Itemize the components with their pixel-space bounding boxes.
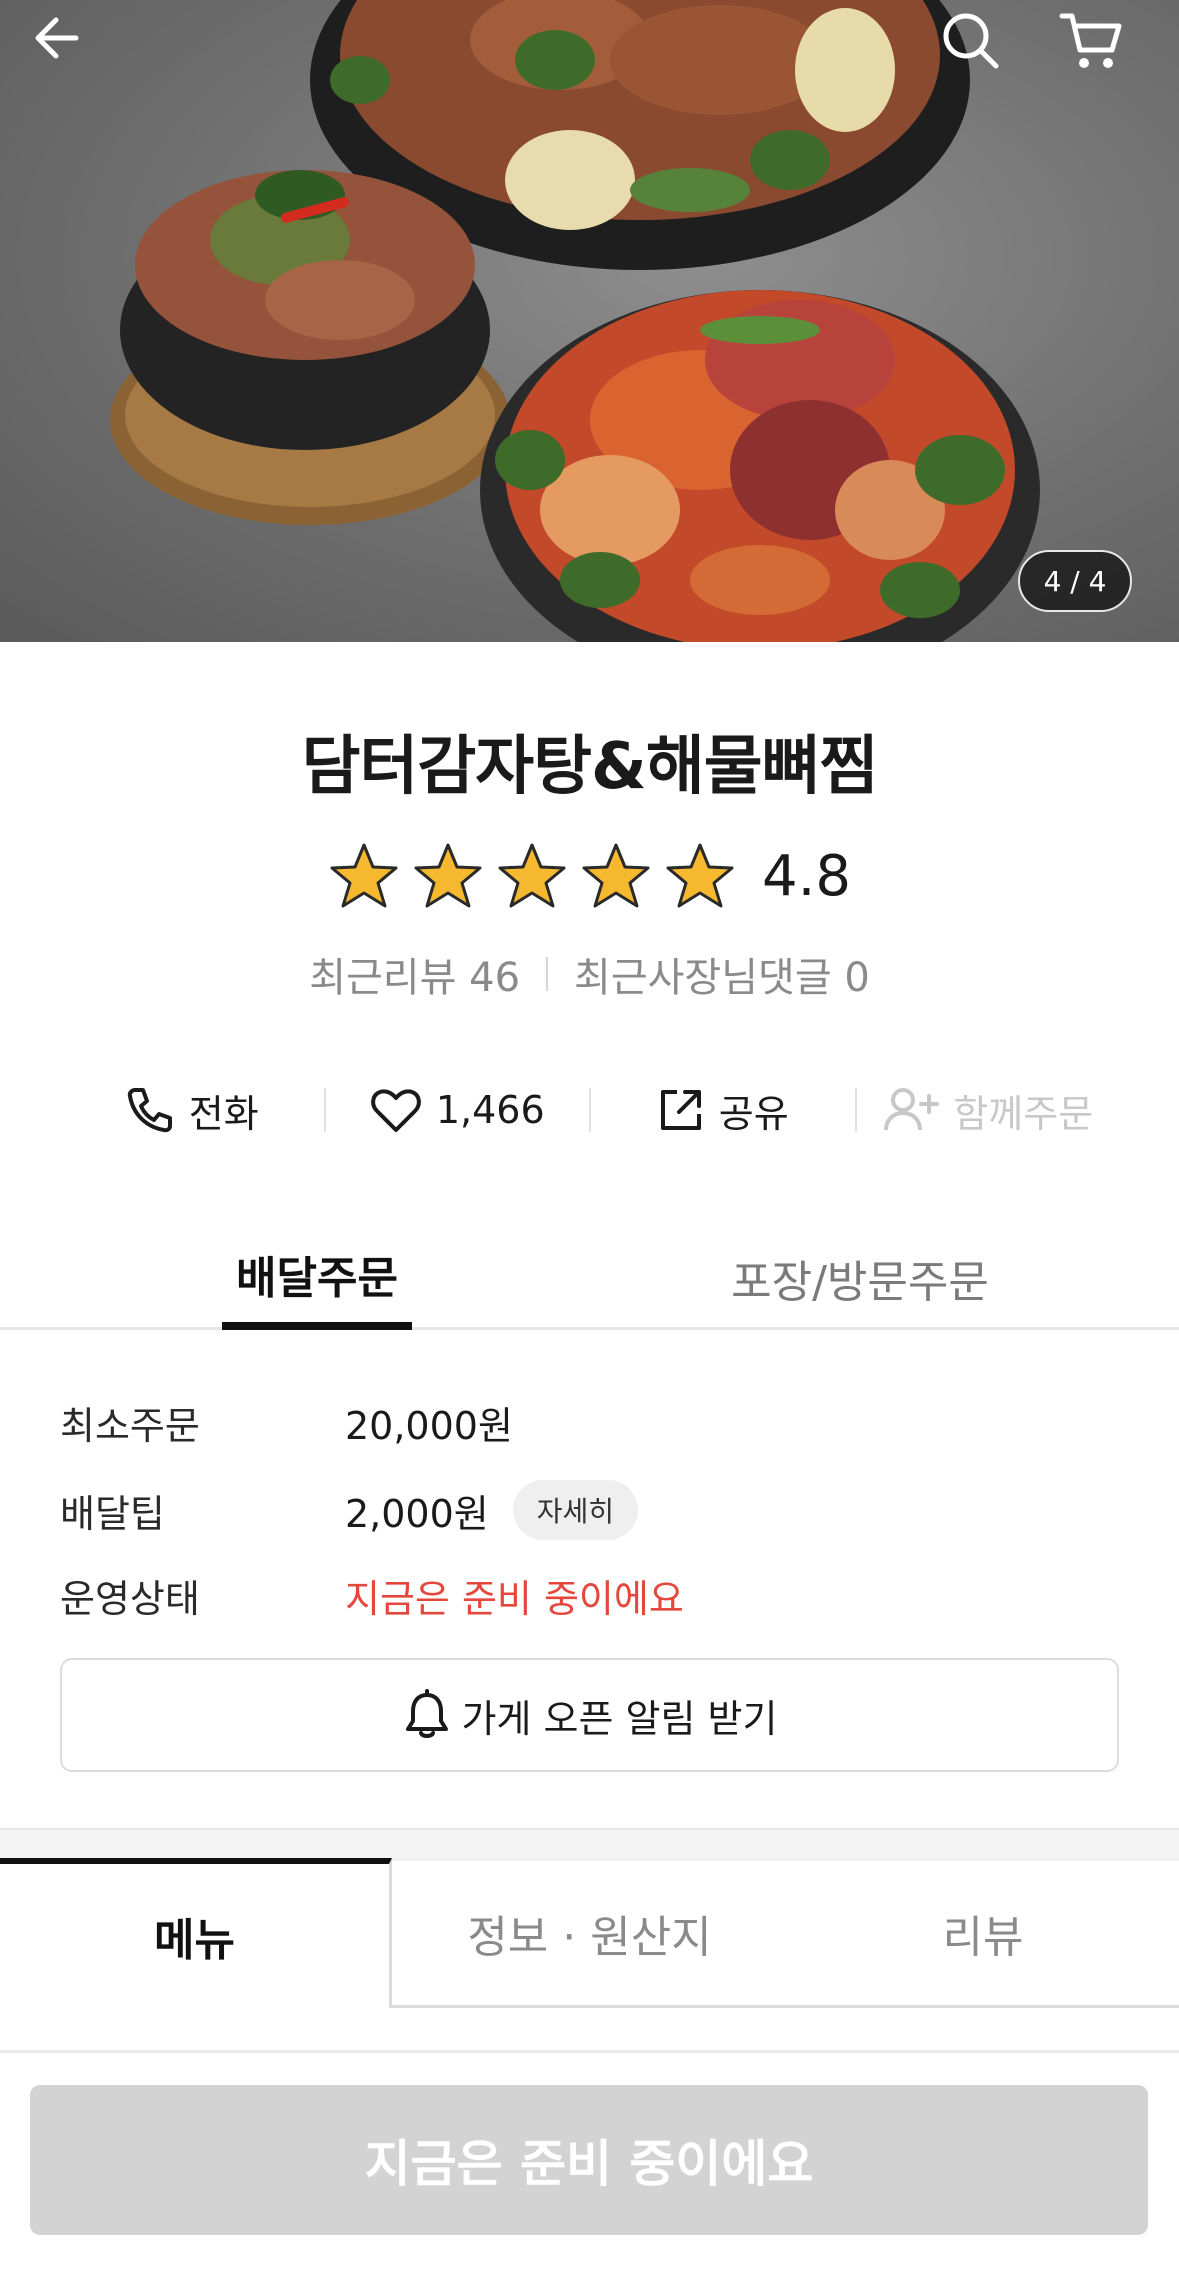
star-icon [330, 843, 398, 908]
store-name: 담터감자탕&해물뼈찜 [301, 730, 879, 804]
divider [0, 2050, 1179, 2053]
call-label: 전화 [188, 1091, 259, 1136]
tab-delivery[interactable]: 배달주문 [222, 1225, 412, 1330]
tab-review[interactable]: 리뷰 [787, 1858, 1179, 2008]
hero-image[interactable]: 4 / 4 [0, 0, 1179, 642]
tab-menu[interactable]: 메뉴 [0, 1858, 392, 2008]
recent-reviews-link[interactable]: 최근리뷰 46 [309, 945, 520, 1003]
search-button[interactable] [940, 10, 1030, 100]
like-count: 1,466 [435, 1088, 545, 1132]
rating-value: 4.8 [761, 843, 852, 909]
like-button[interactable]: 1,466 [326, 1086, 590, 1134]
delivery-tip-detail-button[interactable]: 자세히 [512, 1480, 639, 1540]
add-user-icon [884, 1088, 940, 1131]
delivery-tip-value: 2,000원 [345, 1491, 489, 1536]
rating-row: 4.8 [0, 840, 1179, 912]
heart-icon [371, 1089, 421, 1132]
back-arrow-icon [35, 17, 79, 59]
status-row: 운영상태 지금은 준비 중이에요 [60, 1565, 1120, 1625]
share-label: 공유 [718, 1091, 789, 1136]
store-actions: 전화 1,466 공유 함께주문 [60, 1075, 1120, 1145]
search-icon [943, 13, 999, 69]
min-order-value: 20,000원 [345, 1403, 513, 1448]
delivery-tip-label: 배달팁 [60, 1491, 165, 1536]
phone-icon [127, 1088, 172, 1133]
cart-icon [1059, 13, 1122, 68]
section-divider [0, 1828, 1179, 1862]
call-button[interactable]: 전화 [60, 1083, 324, 1138]
share-button[interactable]: 공유 [591, 1083, 855, 1138]
min-order-label: 최소주문 [60, 1403, 200, 1448]
group-order-label: 함께주문 [953, 1091, 1094, 1136]
star-icon [582, 843, 650, 908]
delivery-tip-row: 배달팁 2,000원 자세히 [60, 1478, 1120, 1542]
min-order-row: 최소주문 20,000원 [60, 1392, 1120, 1452]
back-button[interactable] [30, 10, 120, 100]
star-icon [666, 843, 734, 908]
group-order-button[interactable]: 함께주문 [857, 1083, 1121, 1138]
owner-replies-link[interactable]: 최근사장님댓글 0 [574, 945, 870, 1003]
review-summary: 최근리뷰 46 최근사장님댓글 0 [0, 945, 1179, 1003]
star-icon [414, 843, 482, 908]
bell-icon [405, 1689, 448, 1738]
open-alarm-label: 가게 오픈 알림 받기 [461, 1696, 778, 1741]
order-cta-button[interactable]: 지금은 준비 중이에요 [30, 2085, 1148, 2235]
cart-button[interactable] [1058, 10, 1148, 100]
content-tabs: 메뉴 정보 · 원산지 리뷰 [0, 1858, 1179, 2008]
tab-info-origin[interactable]: 정보 · 원산지 [392, 1858, 787, 2008]
star-icon [498, 843, 566, 908]
image-counter: 4 / 4 [1018, 550, 1132, 612]
open-alarm-button[interactable]: 가게 오픈 알림 받기 [60, 1658, 1119, 1772]
share-icon [660, 1090, 701, 1130]
order-type-tabs: 배달주문 포장/방문주문 [0, 1225, 1179, 1330]
tab-pickup[interactable]: 포장/방문주문 [700, 1225, 1020, 1330]
divider [546, 957, 549, 991]
status-value: 지금은 준비 중이에요 [345, 1576, 684, 1621]
status-label: 운영상태 [60, 1576, 200, 1621]
